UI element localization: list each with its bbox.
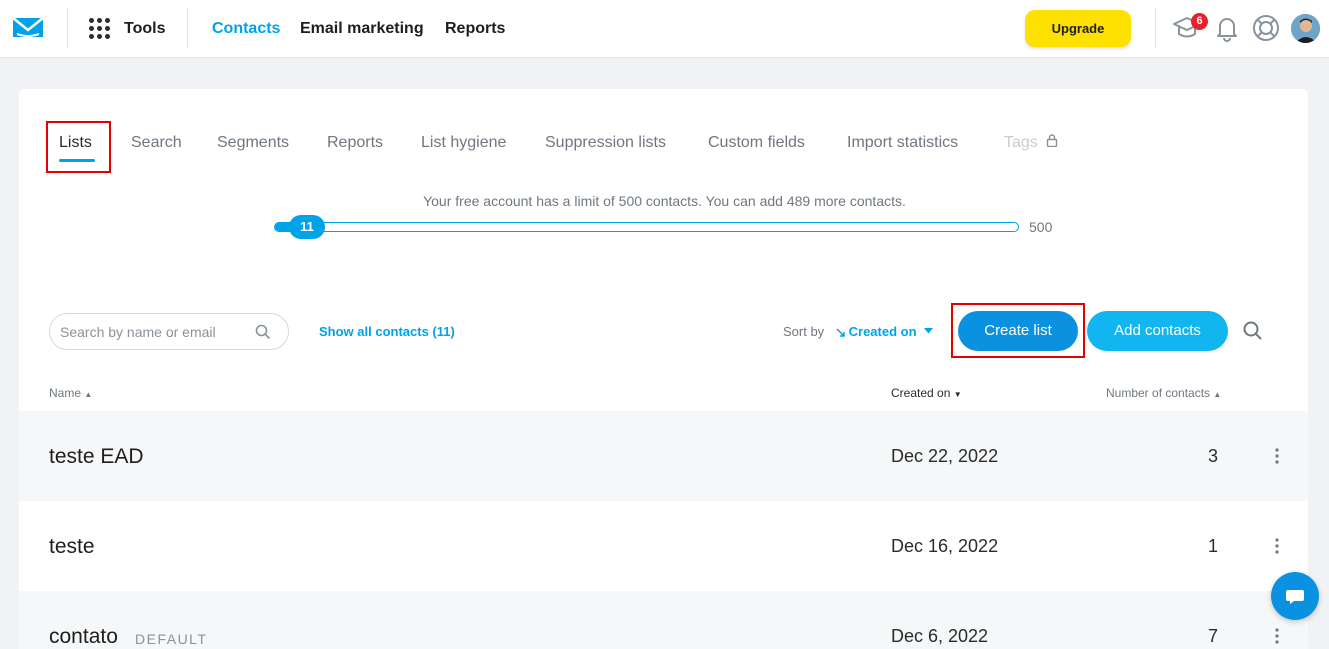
list-created-date: Dec 22, 2022 bbox=[891, 446, 999, 466]
divider bbox=[67, 8, 68, 48]
tools-menu[interactable]: Tools bbox=[124, 20, 165, 38]
tab-list-hygiene[interactable]: List hygiene bbox=[421, 134, 506, 152]
search-icon bbox=[255, 324, 271, 340]
sort-direction-icon bbox=[836, 328, 845, 337]
list-row[interactable]: teste Dec 16, 2022 1 bbox=[19, 501, 1308, 591]
search-field[interactable] bbox=[49, 313, 289, 350]
upgrade-button[interactable]: Upgrade bbox=[1025, 10, 1131, 47]
sort-desc-icon: ▼ bbox=[953, 390, 962, 399]
sort-asc-icon: ▲ bbox=[1213, 390, 1222, 399]
help-lifebuoy-icon[interactable] bbox=[1251, 13, 1281, 43]
search-lists-icon[interactable] bbox=[1243, 321, 1263, 341]
list-created-date: Dec 6, 2022 bbox=[891, 626, 989, 646]
more-options-icon[interactable] bbox=[1274, 627, 1280, 645]
getresponse-logo-icon[interactable] bbox=[12, 16, 44, 40]
nav-reports[interactable]: Reports bbox=[445, 20, 505, 38]
contact-limit-max: 500 bbox=[1029, 219, 1053, 235]
apps-grid-icon[interactable] bbox=[89, 18, 111, 40]
list-name[interactable]: teste bbox=[49, 535, 95, 559]
sort-dropdown-value: Created on bbox=[848, 324, 917, 339]
more-options-icon[interactable] bbox=[1274, 537, 1280, 555]
sort-by-label: Sort by bbox=[783, 324, 825, 339]
default-list-tag: DEFAULT bbox=[135, 631, 208, 647]
column-header-created-on[interactable]: Created on ▼ bbox=[891, 386, 962, 400]
list-contact-count: 1 bbox=[1207, 536, 1218, 556]
top-navigation-bar: Tools Contacts Email marketing Reports U… bbox=[0, 0, 1329, 58]
list-row[interactable]: teste EAD Dec 22, 2022 3 bbox=[19, 411, 1308, 501]
list-row[interactable]: contato DEFAULT Dec 6, 2022 7 bbox=[19, 591, 1308, 649]
contact-limit-text: Your free account has a limit of 500 con… bbox=[423, 193, 906, 209]
divider bbox=[1155, 8, 1156, 48]
chevron-down-icon bbox=[924, 328, 934, 334]
column-header-count-label: Number of contacts bbox=[1106, 386, 1211, 400]
sort-dropdown[interactable]: Created on bbox=[836, 324, 934, 339]
sort-asc-icon: ▲ bbox=[84, 390, 93, 399]
highlight-annotation bbox=[951, 303, 1085, 358]
tab-tags-label: Tags bbox=[1004, 134, 1038, 151]
column-header-created-label: Created on bbox=[891, 386, 951, 400]
bell-icon[interactable] bbox=[1212, 13, 1242, 43]
chat-support-button[interactable] bbox=[1271, 572, 1319, 620]
column-header-name[interactable]: Name ▲ bbox=[49, 386, 92, 400]
user-avatar[interactable] bbox=[1291, 14, 1320, 43]
tab-import-statistics[interactable]: Import statistics bbox=[847, 134, 958, 152]
lock-icon bbox=[1047, 134, 1058, 148]
add-contacts-button[interactable]: Add contacts bbox=[1087, 311, 1228, 351]
search-input[interactable] bbox=[60, 322, 250, 342]
chat-icon bbox=[1286, 590, 1304, 604]
show-all-contacts-link[interactable]: Show all contacts (11) bbox=[319, 324, 455, 339]
list-contact-count: 3 bbox=[1207, 446, 1218, 466]
contact-count-indicator: 11 bbox=[289, 215, 325, 239]
contact-limit-bar bbox=[274, 222, 1019, 232]
nav-email-marketing[interactable]: Email marketing bbox=[300, 20, 424, 38]
more-options-icon[interactable] bbox=[1274, 447, 1280, 465]
column-header-number-of-contacts[interactable]: Number of contacts ▲ bbox=[1106, 386, 1221, 400]
tab-segments[interactable]: Segments bbox=[217, 134, 289, 152]
column-header-name-label: Name bbox=[49, 386, 82, 400]
tab-search[interactable]: Search bbox=[131, 134, 182, 152]
tab-suppression-lists[interactable]: Suppression lists bbox=[545, 134, 666, 152]
list-name[interactable]: contato bbox=[49, 625, 118, 649]
nav-contacts[interactable]: Contacts bbox=[212, 20, 280, 38]
tab-reports[interactable]: Reports bbox=[327, 134, 383, 152]
divider bbox=[187, 8, 188, 48]
list-name[interactable]: teste EAD bbox=[49, 445, 144, 469]
tab-tags: Tags bbox=[1004, 134, 1058, 152]
notification-count-badge: 6 bbox=[1191, 13, 1208, 30]
list-created-date: Dec 16, 2022 bbox=[891, 536, 999, 556]
tab-custom-fields[interactable]: Custom fields bbox=[708, 134, 805, 152]
list-contact-count: 7 bbox=[1207, 626, 1218, 646]
highlight-annotation bbox=[46, 121, 111, 173]
